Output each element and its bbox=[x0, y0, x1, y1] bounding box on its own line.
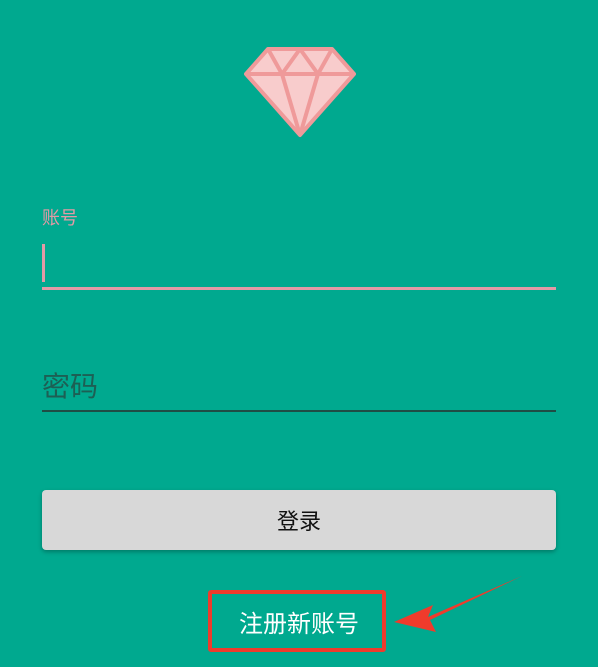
register-link[interactable]: 注册新账号 bbox=[220, 600, 378, 642]
diamond-icon bbox=[244, 47, 356, 137]
password-field[interactable] bbox=[42, 356, 556, 412]
account-field[interactable] bbox=[42, 236, 556, 290]
login-button[interactable]: 登录 bbox=[42, 490, 556, 550]
password-input[interactable] bbox=[42, 366, 556, 406]
arrow-icon bbox=[394, 576, 522, 632]
login-screen: 账号 登录 注册新账号 bbox=[0, 0, 598, 667]
account-input[interactable] bbox=[52, 244, 542, 282]
account-label: 账号 bbox=[42, 208, 78, 229]
text-cursor bbox=[42, 244, 45, 282]
